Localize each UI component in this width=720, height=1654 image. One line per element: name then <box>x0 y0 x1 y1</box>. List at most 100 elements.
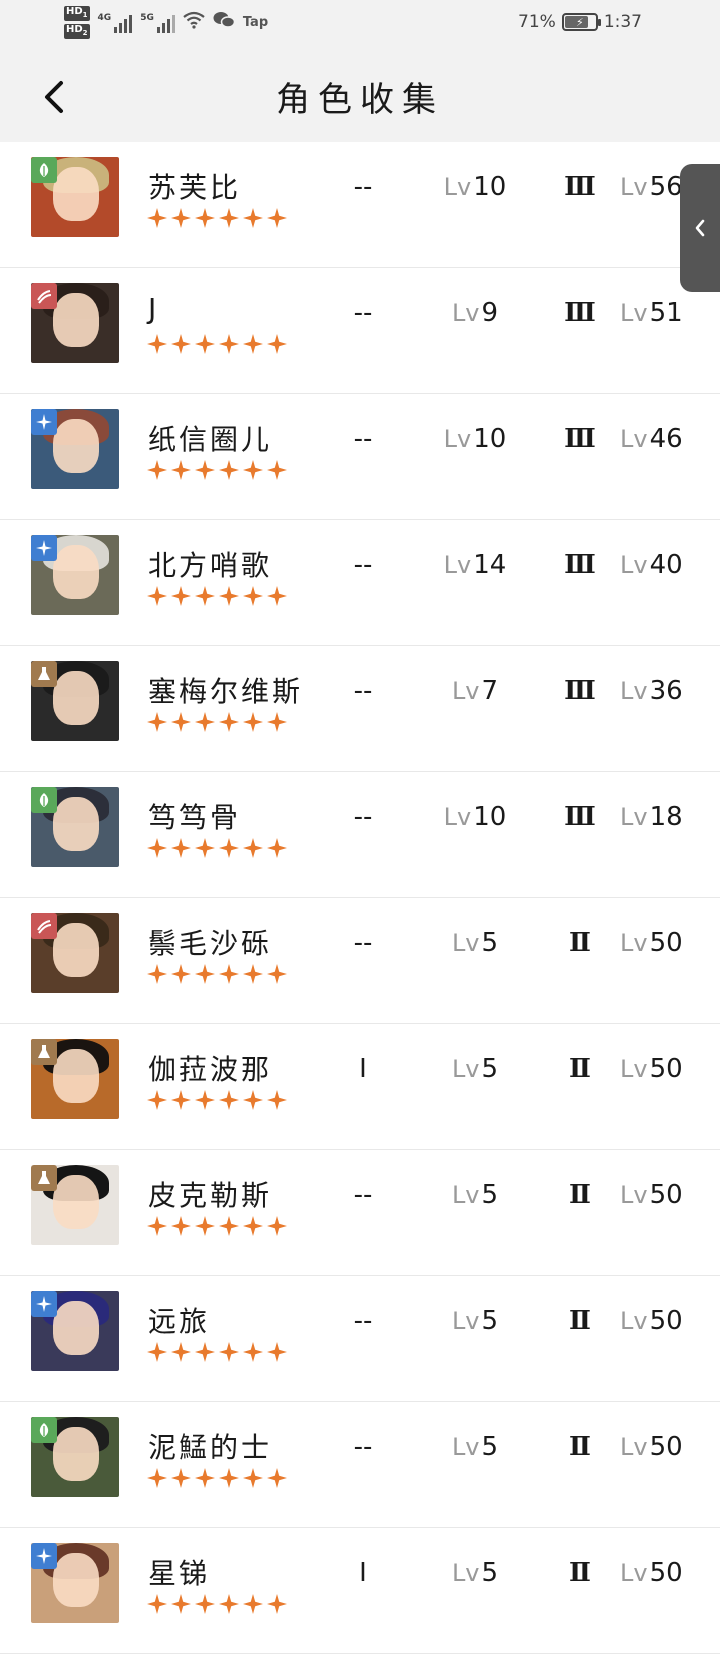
lv-prefix: Lv <box>620 1055 648 1083</box>
tier-value: Ⅲ <box>564 802 596 832</box>
star-icon <box>171 460 191 484</box>
character-row[interactable]: 皮克勒斯 -- Lv5 Ⅱ Lv50 <box>0 1150 720 1276</box>
level-value: Lv14 <box>430 550 520 580</box>
star-icon <box>147 712 167 736</box>
star-icon <box>171 1090 191 1114</box>
lv-prefix: Lv <box>620 803 648 831</box>
star-icon <box>243 208 263 232</box>
lv-prefix: Lv <box>451 1307 480 1335</box>
flask-badge-icon <box>31 1039 57 1065</box>
star-icon <box>243 1594 263 1618</box>
tier-value: Ⅱ <box>569 928 591 958</box>
insight-value: -- <box>353 298 373 328</box>
charging-bolt-icon: ⚡ <box>575 15 584 29</box>
level-number: 5 <box>481 928 499 958</box>
star-icon <box>243 1468 263 1492</box>
star-icon <box>147 838 167 862</box>
character-row[interactable]: 伽菈波那 Ⅰ Lv5 Ⅱ Lv50 <box>0 1024 720 1150</box>
character-row[interactable]: 塞梅尔维斯 -- Lv7 Ⅲ Lv36 <box>0 646 720 772</box>
character-row[interactable]: 纸信圈儿 -- Lv10 Ⅲ Lv46 <box>0 394 720 520</box>
lv-prefix: Lv <box>620 299 648 327</box>
rarity-stars <box>147 208 287 232</box>
tier-value: Ⅲ <box>564 676 596 706</box>
star-icon <box>219 964 239 988</box>
character-row[interactable]: 苏芙比 -- Lv10 Ⅲ Lv56 <box>0 142 720 268</box>
character-row[interactable]: 星锑 Ⅰ Lv5 Ⅱ Lv50 <box>0 1528 720 1654</box>
status-right: 71% ⚡ 1:37 <box>518 12 642 32</box>
character-name: 塞梅尔维斯 <box>148 675 304 708</box>
lv-prefix: Lv <box>451 929 480 957</box>
secondary-level-value: Lv50 <box>620 928 720 958</box>
star-icon <box>219 1090 239 1114</box>
battery-icon: ⚡ <box>561 13 601 31</box>
insight-value: Ⅰ <box>359 1558 367 1588</box>
rarity-stars <box>147 586 287 610</box>
lv-prefix: Lv <box>443 551 472 579</box>
star-icon <box>243 712 263 736</box>
insight-value: -- <box>353 802 373 832</box>
insight-value: Ⅰ <box>359 1054 367 1084</box>
character-name: 纸信圈儿 <box>148 423 273 456</box>
level-number: 9 <box>481 298 499 328</box>
tier-value: Ⅱ <box>569 1054 591 1084</box>
level-number: 10 <box>473 172 507 202</box>
level-value: Lv5 <box>430 1432 520 1462</box>
insight-value: -- <box>353 172 373 202</box>
side-collapse-tab[interactable] <box>680 164 720 292</box>
portrait-face <box>53 1427 99 1481</box>
header: 角色收集 <box>0 52 720 142</box>
status-bar: HD1 HD2 4G 5G Tap 71% ⚡ 1:37 <box>0 0 720 52</box>
star-icon <box>171 712 191 736</box>
flask-badge-icon <box>31 661 57 687</box>
star-icon <box>195 964 215 988</box>
character-row[interactable]: 北方哨歌 -- Lv14 Ⅲ Lv40 <box>0 520 720 646</box>
lv-prefix: Lv <box>620 1181 648 1209</box>
star-icon <box>267 1342 287 1366</box>
star-icon <box>267 460 287 484</box>
character-row[interactable]: 鬃毛沙砾 -- Lv5 Ⅱ Lv50 <box>0 898 720 1024</box>
star-icon <box>195 1594 215 1618</box>
rarity-stars <box>147 712 287 736</box>
character-row[interactable]: 远旅 -- Lv5 Ⅱ Lv50 <box>0 1276 720 1402</box>
page-title: 角色收集 <box>276 80 444 120</box>
level-number: 7 <box>481 676 499 706</box>
character-name: 皮克勒斯 <box>148 1179 273 1212</box>
star-icon <box>267 1594 287 1618</box>
level-value: Lv10 <box>430 172 520 202</box>
star-icon <box>195 460 215 484</box>
star-icon <box>147 1090 167 1114</box>
rarity-stars <box>147 1594 287 1618</box>
claw-badge-icon <box>31 283 57 309</box>
tap-app-label: Tap <box>242 15 269 30</box>
signal-4g-icon: 4G <box>98 13 133 33</box>
character-row[interactable]: 泥鯭的士 -- Lv5 Ⅱ Lv50 <box>0 1402 720 1528</box>
character-row[interactable]: 笃笃骨 -- Lv10 Ⅲ Lv18 <box>0 772 720 898</box>
level-value: Lv9 <box>430 298 520 328</box>
character-name: 北方哨歌 <box>148 549 273 582</box>
hd-icon-2: HD2 <box>64 24 90 39</box>
lv-prefix: Lv <box>451 677 480 705</box>
rarity-stars <box>147 1216 287 1240</box>
character-portrait <box>31 787 119 867</box>
lv-prefix: Lv <box>443 425 472 453</box>
character-portrait <box>31 157 119 237</box>
lv-prefix: Lv <box>451 1181 480 1209</box>
level-number: 14 <box>473 550 507 580</box>
insight-value: -- <box>353 424 373 454</box>
character-row[interactable]: J -- Lv9 Ⅲ Lv51 <box>0 268 720 394</box>
level-number: 18 <box>649 802 683 832</box>
clock: 1:37 <box>603 12 642 32</box>
character-name: 苏芙比 <box>148 171 242 204</box>
claw-badge-icon <box>31 913 57 939</box>
star-icon <box>147 1342 167 1366</box>
star-icon <box>171 1216 191 1240</box>
insight-value: -- <box>353 1306 373 1336</box>
character-portrait <box>31 1543 119 1623</box>
leaf-badge-icon <box>31 157 57 183</box>
lv-prefix: Lv <box>443 173 472 201</box>
character-portrait <box>31 1291 119 1371</box>
lv-prefix: Lv <box>620 677 648 705</box>
secondary-level-value: Lv46 <box>620 424 720 454</box>
star-icon <box>243 334 263 358</box>
level-number: 50 <box>649 1054 683 1084</box>
